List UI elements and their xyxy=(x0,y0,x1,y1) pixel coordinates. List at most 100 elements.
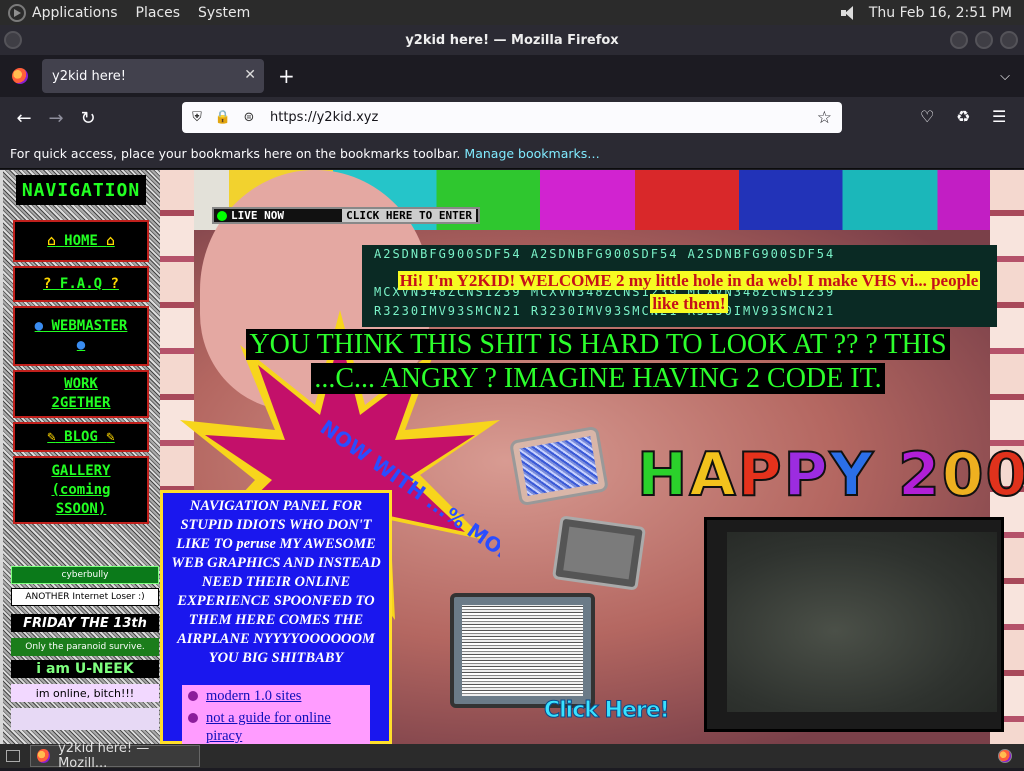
system-panel: Applications Places System Thu Feb 16, 2… xyxy=(0,0,1024,25)
show-desktop-icon[interactable] xyxy=(6,750,20,762)
navigation-panel-text: NAVIGATION PANEL FOR STUPID IDIOTS WHO D… xyxy=(171,498,381,666)
sidebar-item-label[interactable]: WEBMASTER xyxy=(52,318,128,334)
sidebar-item-label[interactable]: BLOG xyxy=(64,429,98,445)
badge-eye-image[interactable] xyxy=(11,708,159,730)
bookmarks-message: For quick access, place your bookmarks h… xyxy=(10,146,461,161)
sidebar-item-webmaster[interactable]: ● WEBMASTER ● xyxy=(13,306,149,366)
shield-icon[interactable]: ⛨ xyxy=(186,110,208,125)
window-menu-button[interactable] xyxy=(4,31,22,49)
new-tab-button[interactable]: + xyxy=(278,64,295,88)
video-player[interactable] xyxy=(727,532,997,712)
menu-applications[interactable]: Applications xyxy=(32,5,118,21)
badge-paranoid[interactable]: Only the paranoid survive. xyxy=(11,638,159,656)
firefox-view-icon[interactable] xyxy=(12,68,28,84)
minimize-button[interactable] xyxy=(950,31,968,49)
video-frame xyxy=(704,517,1004,732)
bookmarks-toolbar: For quick access, place your bookmarks h… xyxy=(0,139,1024,169)
enter-button[interactable]: CLICK HERE TO ENTER xyxy=(342,209,476,222)
globe-icon: ● xyxy=(76,337,86,353)
sidebar-item-faq[interactable]: ? F.A.Q ? xyxy=(13,266,149,302)
bookmark-star-icon[interactable]: ☆ xyxy=(817,108,832,128)
sidebar-item-gallery[interactable]: GALLERY (coming SSOON) xyxy=(13,456,149,524)
live-now-label: LIVE NOW xyxy=(231,209,284,222)
navigation-links: modern 1.0 sites not a guide for online … xyxy=(182,685,370,744)
clock[interactable]: Thu Feb 16, 2:51 PM xyxy=(869,5,1012,21)
sidebar-heading: NAVIGATION xyxy=(16,175,146,205)
badge-internet-loser[interactable]: ANOTHER Internet Loser :) xyxy=(11,588,159,606)
live-dot-icon xyxy=(217,210,227,221)
taskbar-firefox-window[interactable]: y2kid here! — Mozill... xyxy=(30,741,200,771)
reload-icon[interactable]: ↻ xyxy=(72,108,104,129)
menu-system[interactable]: System xyxy=(198,5,250,21)
live-now-bar[interactable]: LIVE NOW CLICK HERE TO ENTER xyxy=(212,207,480,224)
welcome-text-span: Hi! I'm Y2KID! WELCOME 2 my little hole … xyxy=(397,271,981,313)
window-titlebar: y2kid here! — Mozilla Firefox xyxy=(0,25,1024,55)
link-modern-sites[interactable]: modern 1.0 sites xyxy=(186,687,366,705)
headline-span: YOU THINK THIS SHIT IS HARD TO LOOK AT ?… xyxy=(246,329,950,394)
web-page: NAVIGATION ⌂ HOME ⌂ ? F.A.Q ? ● WEBMASTE… xyxy=(0,170,1024,744)
happy-letter: P xyxy=(783,439,830,511)
close-window-button[interactable] xyxy=(1000,31,1018,49)
sidebar-item-work-2gether[interactable]: WORK 2GETHER xyxy=(13,370,149,418)
happy-letter xyxy=(875,440,898,510)
maximize-button[interactable] xyxy=(975,31,993,49)
menu-places[interactable]: Places xyxy=(136,5,181,21)
badge-cyberbully[interactable]: cyberbully xyxy=(11,566,159,584)
happy-letter: H xyxy=(636,439,690,511)
sidebar-item-label[interactable]: WORK 2GETHER xyxy=(31,375,131,413)
sidebar-item-blog[interactable]: ✎ BLOG ✎ xyxy=(13,422,149,452)
house-icon: ⌂ xyxy=(106,232,115,249)
happy-letter: 2 xyxy=(897,439,942,511)
badge-u-neek[interactable]: i am U-NEEK xyxy=(11,660,159,678)
globe-icon: ● xyxy=(34,318,44,334)
permissions-icon[interactable]: ⊜ xyxy=(238,110,260,125)
happy-2000-banner: HAPPY 2000 xyxy=(636,439,1024,511)
happy-letter: 0 xyxy=(984,439,1024,511)
volume-icon[interactable] xyxy=(839,5,859,21)
happy-letter: Y xyxy=(829,439,876,511)
link-label[interactable]: not a guide for online piracy xyxy=(206,709,366,744)
distro-logo-icon[interactable] xyxy=(8,3,26,22)
sidebar-item-label[interactable]: GALLERY (coming SSOON) xyxy=(26,462,136,519)
forward-arrow-icon[interactable]: → xyxy=(40,108,72,129)
question-icon: ? xyxy=(43,275,52,292)
tab-strip: y2kid here! ✕ + ⌵ xyxy=(0,55,1024,97)
back-arrow-icon[interactable]: ← xyxy=(8,108,40,129)
link-label[interactable]: modern 1.0 sites xyxy=(206,687,301,705)
extensions-icon[interactable]: ♻ xyxy=(956,107,970,126)
link-not-piracy-guide[interactable]: not a guide for online piracy xyxy=(186,709,366,744)
sidebar-item-label[interactable]: HOME xyxy=(64,233,98,249)
firefox-icon xyxy=(37,749,51,763)
happy-letter: A xyxy=(688,439,738,511)
window-title: y2kid here! — Mozilla Firefox xyxy=(405,32,619,48)
pocket-icon[interactable]: ♡ xyxy=(920,107,934,126)
question-icon: ? xyxy=(110,275,119,292)
pencil-icon: ✎ xyxy=(47,428,56,445)
app-menu-icon[interactable]: ☰ xyxy=(992,107,1006,126)
tab-y2kid[interactable]: y2kid here! ✕ xyxy=(42,59,264,93)
tv-static-large-image[interactable] xyxy=(450,593,595,708)
sidebar-item-home[interactable]: ⌂ HOME ⌂ xyxy=(13,220,149,262)
url-bar[interactable]: ⛨ 🔒 ⊜ https://y2kid.xyz ☆ xyxy=(182,102,842,133)
badge-friday-13th[interactable]: FRIDAY THE 13th xyxy=(11,614,159,632)
tab-close-icon[interactable]: ✕ xyxy=(244,67,256,83)
taskbar-window-label: y2kid here! — Mozill... xyxy=(58,741,150,771)
taskbar: y2kid here! — Mozill... xyxy=(0,741,1024,771)
sidebar: NAVIGATION ⌂ HOME ⌂ ? F.A.Q ? ● WEBMASTE… xyxy=(3,170,160,744)
house-icon: ⌂ xyxy=(47,232,56,249)
manage-bookmarks-link[interactable]: Manage bookmarks… xyxy=(464,146,599,161)
lock-icon[interactable]: 🔒 xyxy=(212,110,234,125)
badge-im-online[interactable]: im online, bitch!!! xyxy=(11,684,159,702)
happy-letter: P xyxy=(737,439,784,511)
headline-text: YOU THINK THIS SHIT IS HARD TO LOOK AT ?… xyxy=(218,328,978,396)
bullet-icon xyxy=(188,691,198,701)
url-text[interactable]: https://y2kid.xyz xyxy=(270,110,378,125)
bullet-icon xyxy=(188,713,198,723)
code-row: A2SDNBFG900SDF54 A2SDNBFG900SDF54 A2SDNB… xyxy=(374,247,836,261)
workspace-firefox-icon[interactable] xyxy=(998,749,1012,763)
welcome-text: Hi! I'm Y2KID! WELCOME 2 my little hole … xyxy=(386,269,992,315)
list-tabs-chevron-icon[interactable]: ⌵ xyxy=(1000,69,1010,84)
sidebar-item-label[interactable]: F.A.Q xyxy=(60,276,102,292)
click-here-link[interactable]: Click Here! xyxy=(544,698,671,724)
nav-toolbar: ← → ↻ ⛨ 🔒 ⊜ https://y2kid.xyz ☆ ♡ ♻ ☰ xyxy=(0,97,1024,139)
